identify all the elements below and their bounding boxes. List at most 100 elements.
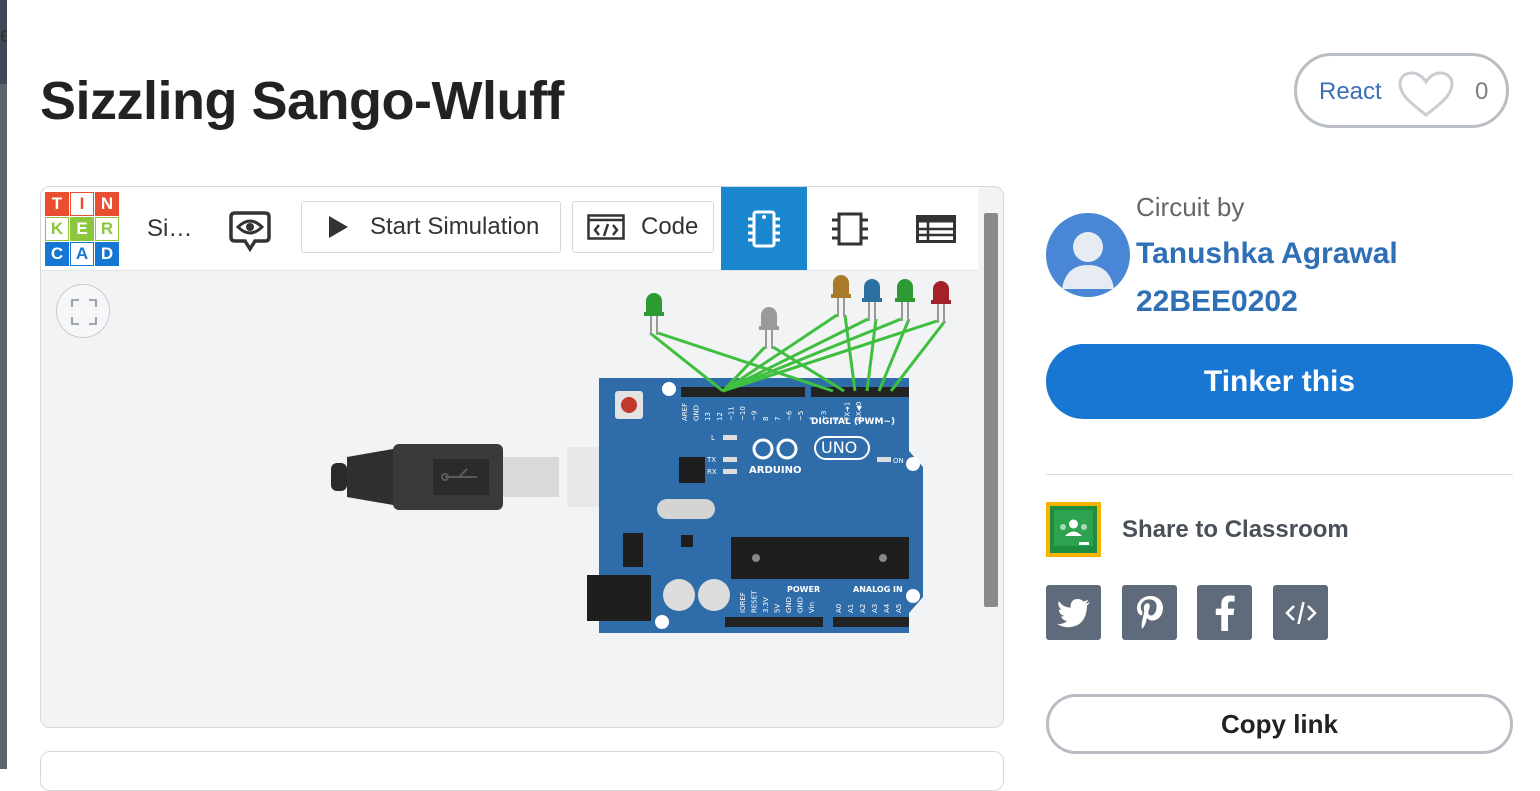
author-link[interactable]: Tanushka Agrawal 22BEE0202 bbox=[1136, 230, 1516, 326]
pin-label: 7 bbox=[774, 417, 782, 421]
led-components bbox=[644, 275, 951, 349]
circuit-canvas[interactable]: DIGITAL (PWM~) ARDUINO UNO ON L TX RX PO… bbox=[41, 271, 978, 728]
logo-letter: A bbox=[70, 242, 94, 266]
description-card bbox=[40, 751, 1004, 791]
pin-label: 12 bbox=[716, 412, 724, 421]
tinker-this-button[interactable]: Tinker this bbox=[1046, 344, 1513, 419]
pin-label: 2 bbox=[832, 417, 840, 421]
board-model: UNO bbox=[821, 438, 857, 457]
user-icon bbox=[1062, 232, 1114, 289]
pin-label: 8 bbox=[762, 417, 770, 421]
led[interactable] bbox=[759, 307, 779, 349]
pin-label: A4 bbox=[883, 603, 891, 613]
led[interactable] bbox=[644, 293, 664, 335]
pin-label: IOREF bbox=[739, 592, 747, 613]
play-icon bbox=[329, 216, 348, 238]
chip-icon bbox=[748, 210, 780, 247]
wire bbox=[889, 320, 947, 392]
code-label: Code bbox=[641, 213, 699, 240]
viewer-scrollbar[interactable] bbox=[984, 213, 998, 607]
pin-label: ~11 bbox=[727, 406, 735, 421]
pin-label: ~5 bbox=[797, 411, 805, 421]
logo-letter: R bbox=[95, 217, 119, 241]
pinterest-share-button[interactable] bbox=[1122, 585, 1177, 640]
share-to-classroom-label[interactable]: Share to Classroom bbox=[1122, 516, 1349, 544]
author-id[interactable]: 22BEE0202 bbox=[1136, 278, 1516, 326]
author-name[interactable]: Tanushka Agrawal bbox=[1136, 230, 1516, 278]
tab-component-list[interactable] bbox=[893, 187, 979, 270]
embed-code-icon bbox=[1284, 601, 1317, 624]
circuit-viewer: T I N K E R C A D Si… Start Simulation C… bbox=[40, 186, 1004, 728]
simulation-name[interactable]: Si… bbox=[147, 215, 192, 243]
board-on-label: ON bbox=[893, 457, 904, 465]
logo-letter: D bbox=[95, 242, 119, 266]
led[interactable] bbox=[931, 281, 951, 323]
copy-link-button[interactable]: Copy link bbox=[1046, 694, 1513, 754]
pin-label: GND bbox=[785, 597, 793, 613]
logo-letter: I bbox=[70, 192, 94, 216]
pin-label: RX◀0 bbox=[855, 402, 863, 422]
pin-label: TX➜1 bbox=[843, 402, 851, 422]
pinterest-icon bbox=[1136, 595, 1163, 629]
pin-label: ~9 bbox=[751, 411, 759, 421]
react-count: 0 bbox=[1475, 78, 1489, 105]
page-title: Sizzling Sango-Wluff bbox=[40, 71, 564, 131]
code-button[interactable]: Code bbox=[572, 201, 714, 253]
editor-toolbar: T I N K E R C A D Si… Start Simulation C… bbox=[41, 187, 978, 271]
led[interactable] bbox=[862, 279, 882, 321]
board-led-label: RX bbox=[707, 468, 717, 476]
board-led-label: TX bbox=[706, 456, 716, 464]
react-button[interactable]: React 0 bbox=[1294, 53, 1509, 128]
tab-schematic[interactable] bbox=[807, 187, 893, 270]
pin-label: 5V bbox=[774, 604, 782, 613]
logo-letter: E bbox=[70, 217, 94, 241]
tinkercad-logo[interactable]: T I N K E R C A D bbox=[45, 192, 121, 266]
embed-share-button[interactable] bbox=[1273, 585, 1328, 640]
tab-components[interactable] bbox=[721, 187, 807, 270]
react-label: React bbox=[1319, 78, 1382, 105]
pin-label: ~6 bbox=[785, 410, 793, 421]
start-simulation-button[interactable]: Start Simulation bbox=[301, 201, 561, 253]
fullscreen-icon bbox=[71, 299, 97, 325]
fit-view-button[interactable] bbox=[56, 284, 110, 338]
table-list-icon bbox=[916, 214, 956, 243]
window-edge bbox=[0, 0, 7, 769]
pin-label: Vin bbox=[808, 602, 816, 613]
pin-label: 13 bbox=[704, 412, 712, 421]
google-classroom-icon[interactable] bbox=[1046, 502, 1101, 557]
board-power-label: POWER bbox=[787, 585, 820, 594]
board-analog-label: ANALOG IN bbox=[853, 585, 903, 594]
pin-label: A1 bbox=[847, 604, 855, 613]
pin-label: AREF bbox=[681, 403, 689, 421]
pin-label: GND bbox=[797, 597, 805, 613]
twitter-icon bbox=[1056, 598, 1090, 627]
board-brand: ARDUINO bbox=[749, 465, 801, 476]
code-window-icon bbox=[587, 214, 625, 240]
pin-label: GND bbox=[693, 405, 701, 421]
board-led-label: L bbox=[711, 434, 715, 442]
pin-label: A5 bbox=[895, 604, 903, 613]
heart-icon bbox=[1398, 71, 1454, 117]
logo-letter: T bbox=[45, 192, 69, 216]
logo-letter: K bbox=[45, 217, 69, 241]
circuit-by-label: Circuit by bbox=[1136, 192, 1245, 222]
window-edge-glyph: e bbox=[0, 22, 7, 47]
twitter-share-button[interactable] bbox=[1046, 585, 1101, 640]
logo-letter: C bbox=[45, 242, 69, 266]
eye-visibility-icon[interactable] bbox=[227, 207, 273, 255]
pin-label: 3.3V bbox=[762, 597, 770, 613]
pin-label: ~10 bbox=[739, 406, 747, 421]
start-simulation-label: Start Simulation bbox=[370, 213, 540, 240]
pin-label: 4 bbox=[809, 416, 817, 421]
pin-label: ~3 bbox=[820, 411, 828, 421]
pin-label: A0 bbox=[835, 604, 843, 613]
pin-label: RESET bbox=[751, 590, 759, 613]
led[interactable] bbox=[831, 275, 851, 317]
led[interactable] bbox=[895, 279, 915, 321]
arduino-uno-board: DIGITAL (PWM~) ARDUINO UNO ON L TX RX PO… bbox=[587, 378, 923, 633]
pin-label: A3 bbox=[871, 604, 879, 613]
logo-letter: N bbox=[95, 192, 119, 216]
divider bbox=[1046, 474, 1513, 475]
author-avatar[interactable] bbox=[1046, 213, 1130, 297]
facebook-share-button[interactable] bbox=[1197, 585, 1252, 640]
